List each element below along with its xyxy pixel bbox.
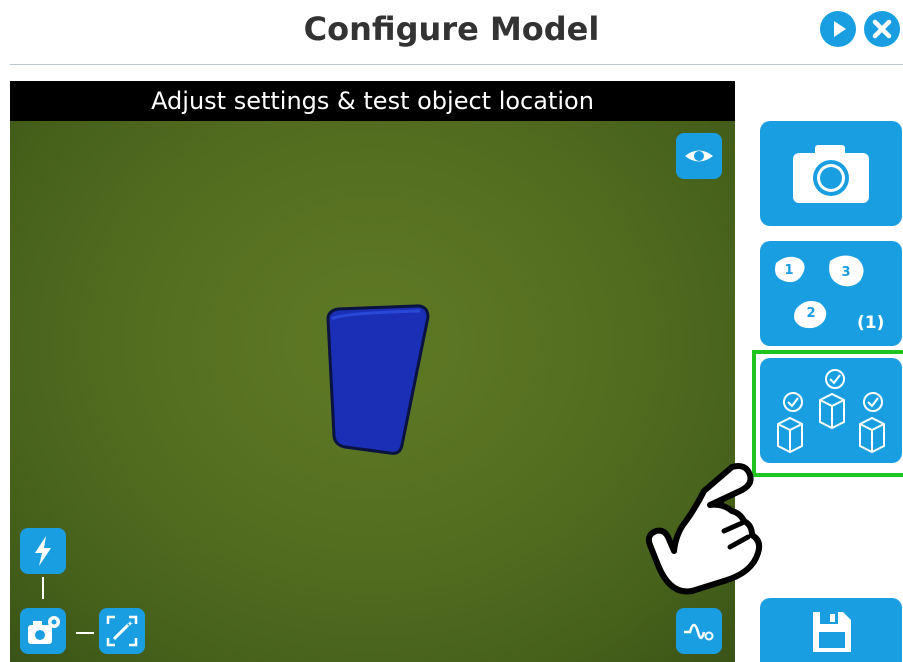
camera-icon bbox=[793, 145, 869, 203]
part-label: 3 bbox=[841, 265, 850, 280]
connector-line bbox=[76, 632, 94, 634]
page-title: Configure Model bbox=[303, 10, 600, 48]
signal-button[interactable] bbox=[676, 608, 722, 654]
capture-button[interactable] bbox=[760, 121, 902, 226]
models-button[interactable]: 1 3 2 (1) bbox=[760, 241, 902, 346]
test-locate-button[interactable] bbox=[760, 358, 902, 463]
detected-object bbox=[326, 304, 430, 455]
boxes-check-icon bbox=[777, 369, 885, 454]
pointer-hand-icon bbox=[645, 463, 763, 595]
flash-icon bbox=[35, 536, 51, 566]
eye-icon bbox=[685, 150, 713, 162]
camera-settings-icon bbox=[28, 616, 60, 644]
part-label: 2 bbox=[806, 306, 815, 321]
camera-settings-button[interactable] bbox=[20, 608, 66, 654]
camera-view[interactable]: Adjust settings & test object location bbox=[10, 81, 735, 662]
part-label: 1 bbox=[784, 263, 793, 278]
close-icon[interactable] bbox=[864, 11, 900, 47]
play-icon[interactable] bbox=[820, 11, 856, 47]
model-count: (1) bbox=[857, 313, 885, 333]
connector-line bbox=[42, 577, 44, 599]
header-divider bbox=[10, 64, 903, 65]
magic-wand-icon bbox=[106, 615, 138, 647]
visibility-toggle-button[interactable] bbox=[676, 133, 722, 179]
flash-button[interactable] bbox=[20, 528, 66, 574]
waveform-icon bbox=[684, 623, 714, 641]
auto-fit-button[interactable] bbox=[99, 608, 145, 654]
save-icon bbox=[813, 612, 851, 652]
save-button[interactable] bbox=[760, 598, 902, 662]
